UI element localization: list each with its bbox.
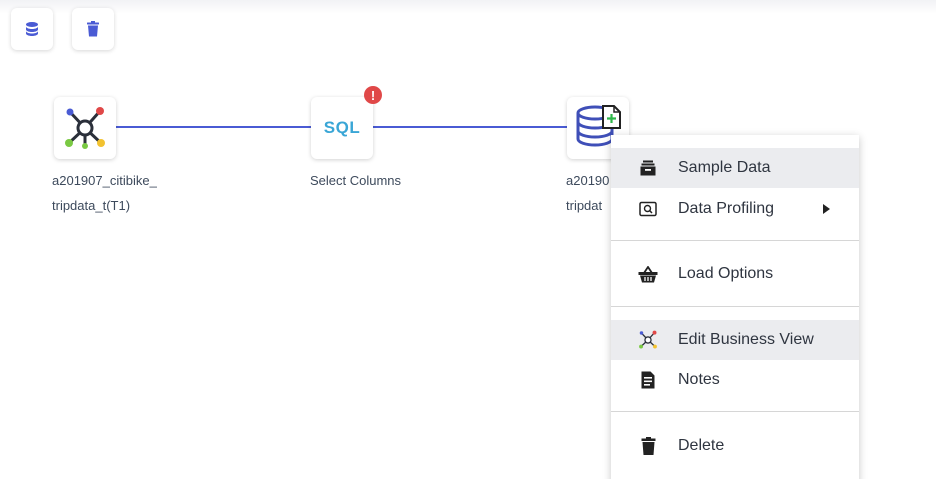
node-label-target-database: a20190 tripdat bbox=[566, 168, 609, 218]
menu-divider bbox=[611, 411, 859, 412]
menu-divider bbox=[611, 240, 859, 241]
menu-item-label: Sample Data bbox=[678, 159, 771, 176]
node-label-line1: a20190 bbox=[566, 173, 610, 188]
notes-icon bbox=[637, 369, 659, 391]
basket-icon bbox=[637, 263, 659, 285]
canvas: a201907_citibike_ tripdata_t(T1) SQL ! S… bbox=[0, 0, 936, 479]
node-label-line1: a201907_citibike_ bbox=[52, 173, 157, 188]
menu-item-label: Edit Business View bbox=[678, 331, 814, 348]
menu-item-edit-business-view[interactable]: Edit Business View bbox=[611, 320, 859, 360]
node-label-business-view: a201907_citibike_ tripdata_t(T1) bbox=[52, 168, 157, 218]
menu-item-label: Data Profiling bbox=[678, 200, 775, 217]
database-button[interactable] bbox=[11, 8, 53, 50]
menu-item-label: Load Options bbox=[678, 265, 774, 282]
node-label-line2: tripdata_t(T1) bbox=[52, 198, 131, 213]
edge-sql-to-target bbox=[373, 126, 568, 128]
node-sql[interactable]: SQL bbox=[311, 97, 373, 159]
trash-icon bbox=[637, 435, 659, 457]
business-view-icon bbox=[65, 107, 105, 149]
delete-button[interactable] bbox=[72, 8, 114, 50]
sql-icon: SQL bbox=[323, 118, 361, 137]
menu-item-label: Notes bbox=[678, 371, 720, 388]
error-badge: ! bbox=[364, 86, 382, 104]
menu-item-delete[interactable]: Delete bbox=[611, 426, 859, 466]
menu-item-label: Delete bbox=[678, 437, 725, 454]
menu-divider bbox=[611, 306, 859, 307]
menu-item-sample-data[interactable]: Sample Data bbox=[611, 148, 859, 188]
menu-item-notes[interactable]: Notes bbox=[611, 360, 859, 400]
data-profiling-icon bbox=[637, 198, 659, 220]
node-label-line2: tripdat bbox=[566, 198, 603, 213]
business-view-icon bbox=[637, 329, 659, 351]
top-shade bbox=[0, 0, 936, 14]
trash-icon bbox=[87, 21, 99, 37]
context-menu: Sample Data Data Profiling Load Options … bbox=[611, 135, 859, 479]
node-business-view[interactable] bbox=[54, 97, 116, 159]
menu-item-data-profiling[interactable]: Data Profiling bbox=[611, 189, 859, 229]
edge-source-to-sql bbox=[116, 126, 312, 128]
menu-item-load-options[interactable]: Load Options bbox=[611, 254, 859, 294]
database-icon bbox=[26, 22, 38, 36]
submenu-arrow-icon bbox=[823, 204, 830, 214]
node-label-sql: Select Columns bbox=[310, 168, 401, 193]
sample-data-icon bbox=[637, 157, 659, 179]
node-label-line1: Select Columns bbox=[310, 173, 402, 188]
